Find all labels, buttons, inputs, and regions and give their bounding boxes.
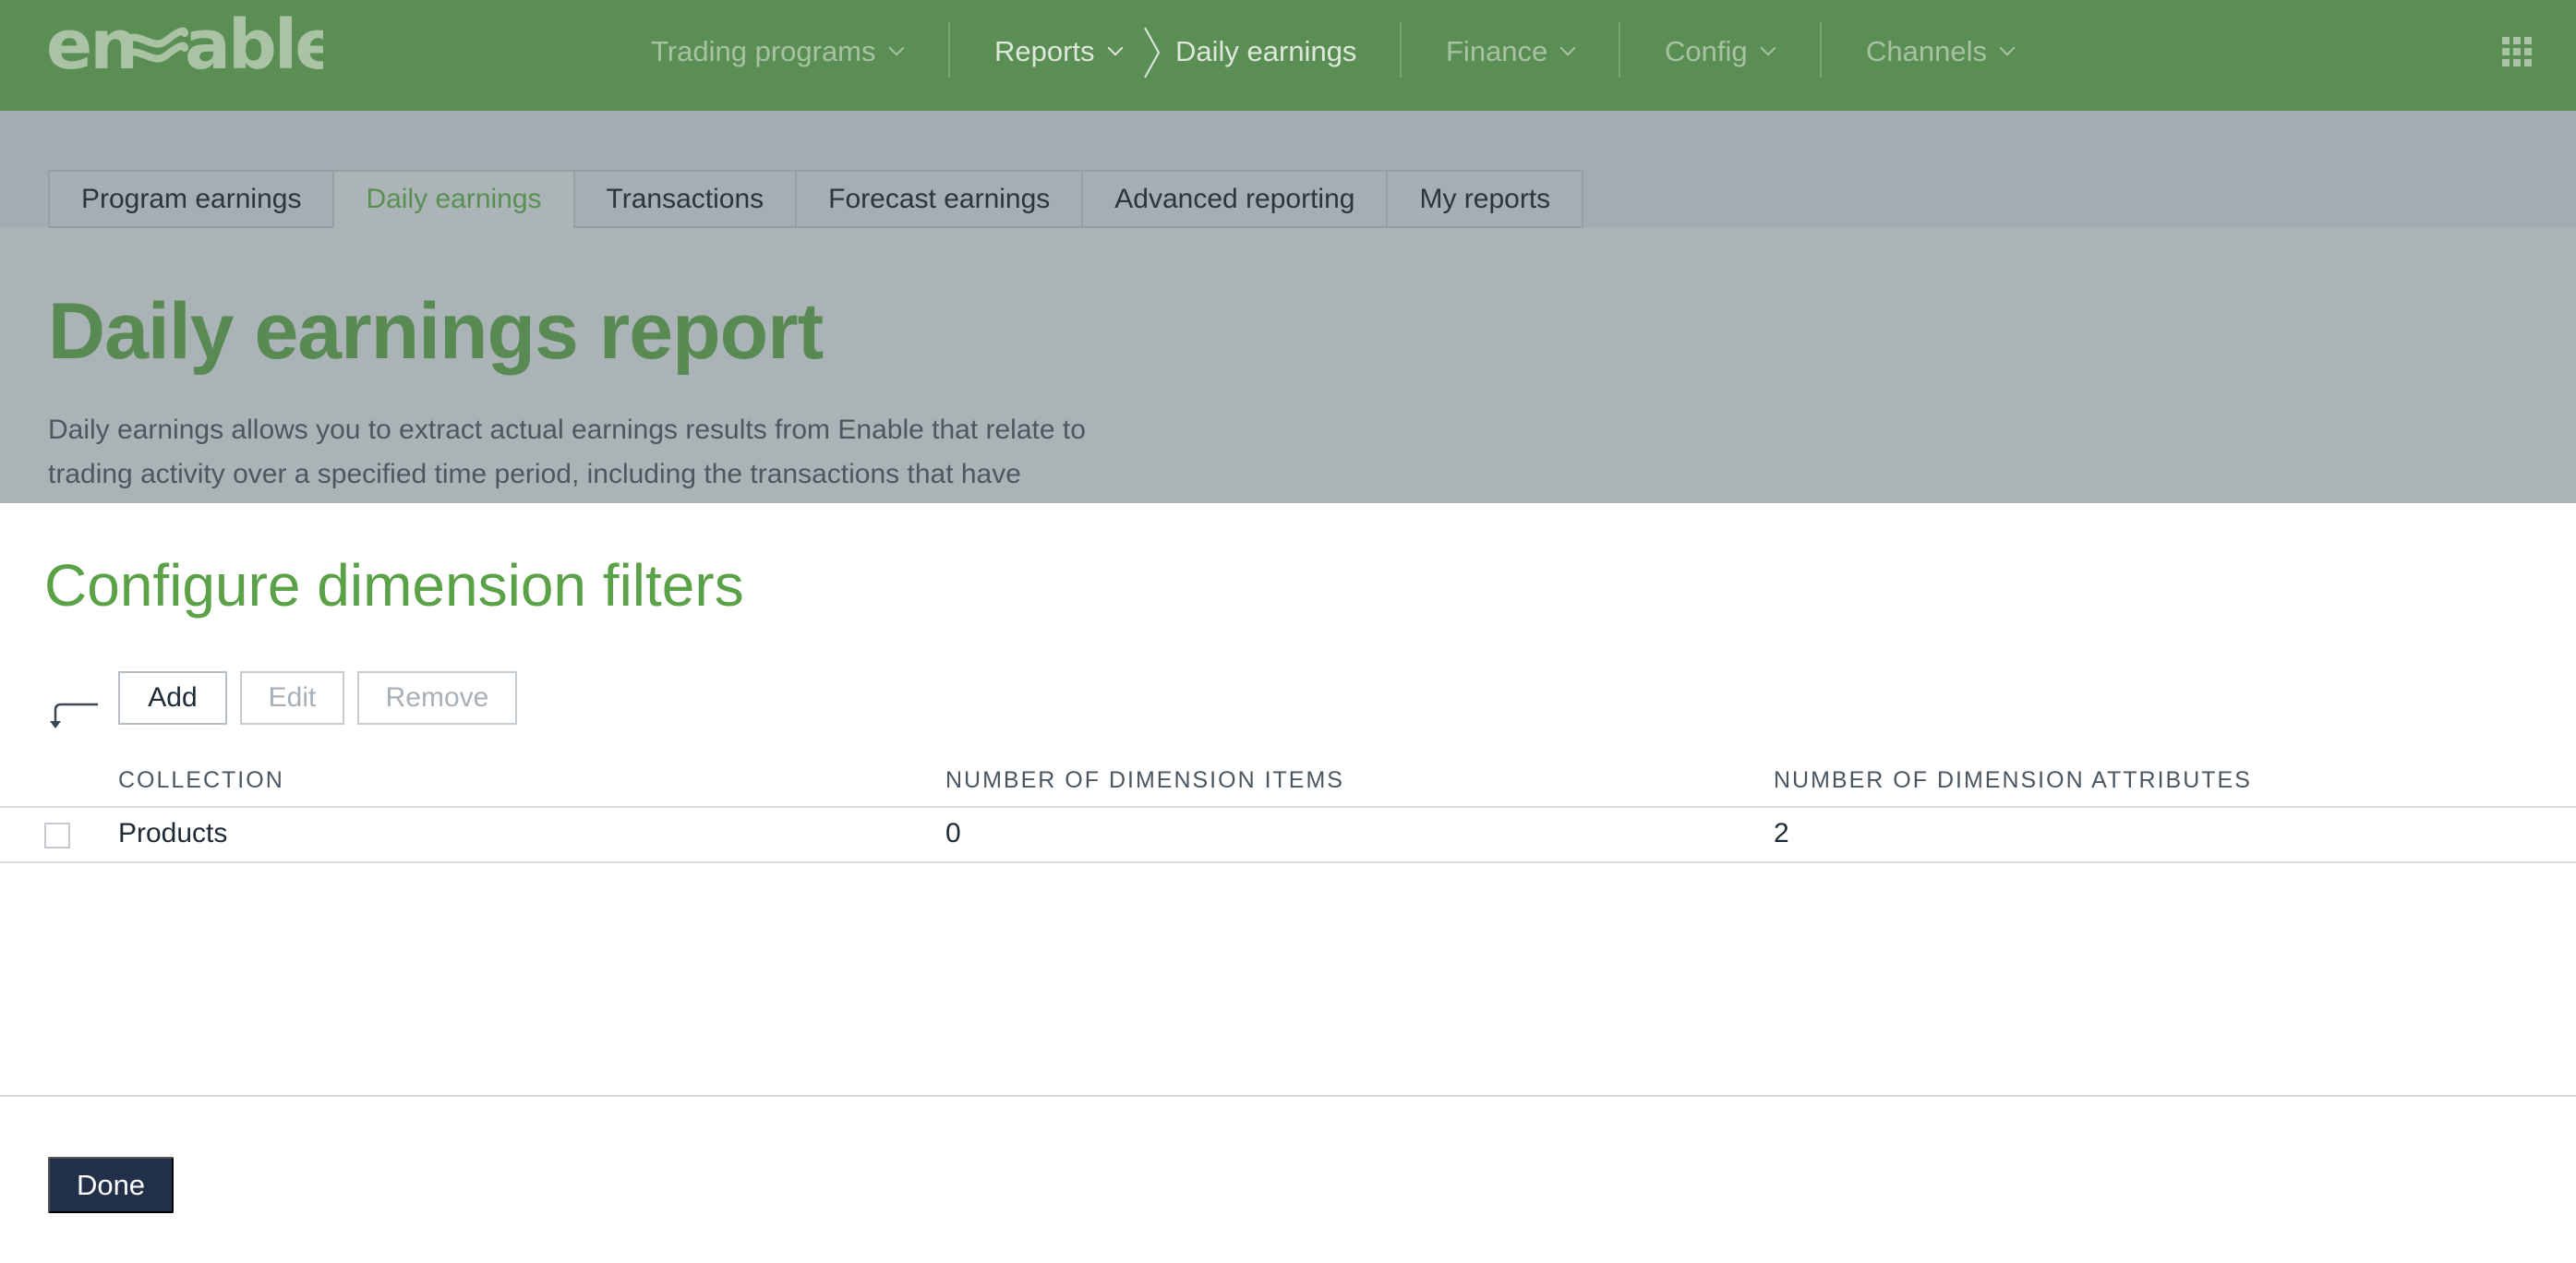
modal-footer-divider	[0, 1095, 2576, 1097]
chevron-down-icon	[1999, 40, 2016, 56]
nav-channels-label: Channels	[1866, 35, 1987, 67]
select-all-arrow-icon	[50, 703, 98, 728]
chevron-down-icon	[1107, 40, 1124, 56]
cell-dimension-attributes: 2	[1774, 818, 1789, 848]
configure-dimension-filters-modal: Configure dimension filters Add Edit Rem…	[0, 503, 2576, 1263]
edit-button[interactable]: Edit	[240, 671, 344, 725]
column-header-collection[interactable]: COLLECTION	[118, 767, 284, 794]
nav-trading-programs[interactable]: Trading programs	[651, 0, 905, 103]
page-title: Daily earnings report	[48, 287, 824, 376]
tab-transactions[interactable]: Transactions	[572, 170, 796, 228]
nav-channels[interactable]: Channels	[1866, 0, 2016, 103]
enable-logo[interactable]: en able	[46, 13, 323, 78]
nav-daily-earnings-breadcrumb[interactable]: Daily earnings	[1175, 0, 1356, 103]
modal-title: Configure dimension filters	[44, 552, 744, 619]
nav-divider	[1400, 22, 1402, 78]
nav-finance-label: Finance	[1446, 35, 1548, 67]
column-header-dimension-items[interactable]: NUMBER OF DIMENSION ITEMS	[945, 767, 1344, 794]
table-header-divider	[0, 806, 2576, 808]
chevron-down-icon	[1559, 40, 1576, 56]
svg-text:able: able	[185, 13, 323, 78]
background-page-overlay: Program earnings Daily earnings Transact…	[0, 111, 2576, 503]
column-header-dimension-attributes[interactable]: NUMBER OF DIMENSION ATTRIBUTES	[1774, 767, 2252, 794]
enable-logo-graphic: en able	[46, 13, 323, 78]
add-button[interactable]: Add	[118, 671, 227, 725]
nav-trading-programs-label: Trading programs	[651, 35, 876, 67]
tab-advanced-reporting[interactable]: Advanced reporting	[1081, 170, 1387, 228]
page-description: Daily earnings allows you to extract act…	[48, 415, 1086, 489]
table-row-divider	[0, 861, 2576, 863]
chevron-down-icon	[888, 40, 905, 56]
tab-my-reports[interactable]: My reports	[1386, 170, 1584, 228]
chevron-down-icon	[1760, 40, 1776, 56]
nav-config[interactable]: Config	[1665, 0, 1776, 103]
remove-button[interactable]: Remove	[357, 671, 517, 725]
top-navigation-bar: en able Trading programs Reports Daily e…	[0, 0, 2576, 111]
breadcrumb-chevron-right-icon	[1144, 27, 1161, 78]
report-tabs: Program earnings Daily earnings Transact…	[48, 170, 1584, 228]
cell-collection: Products	[118, 818, 228, 848]
nav-config-label: Config	[1665, 35, 1748, 67]
tab-forecast-earnings[interactable]: Forecast earnings	[795, 170, 1082, 228]
nav-finance[interactable]: Finance	[1446, 0, 1576, 103]
tab-daily-earnings[interactable]: Daily earnings	[332, 170, 573, 228]
cell-dimension-items: 0	[945, 818, 961, 848]
nav-divider	[1820, 22, 1822, 78]
tab-program-earnings[interactable]: Program earnings	[48, 170, 333, 228]
nav-divider	[1619, 22, 1620, 78]
nav-daily-earnings-label: Daily earnings	[1175, 35, 1357, 67]
done-button[interactable]: Done	[48, 1157, 174, 1213]
nav-reports[interactable]: Reports	[994, 0, 1124, 103]
nav-divider	[948, 22, 950, 78]
svg-text:en: en	[46, 13, 136, 78]
nav-reports-label: Reports	[994, 35, 1095, 67]
row-checkbox[interactable]	[44, 823, 70, 848]
apps-grid-icon[interactable]	[2502, 37, 2532, 66]
